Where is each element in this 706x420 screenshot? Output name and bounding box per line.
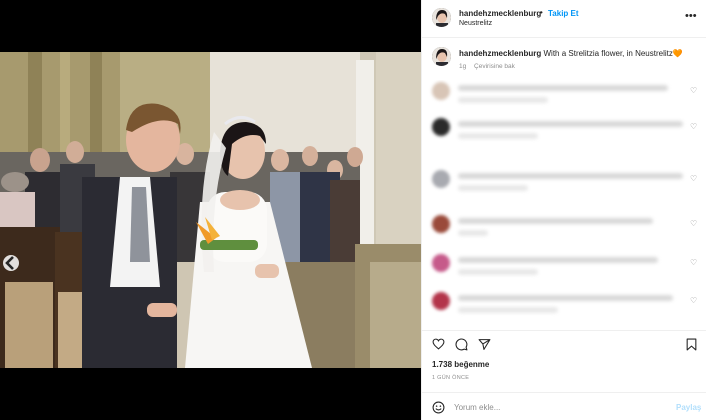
caption-author-avatar[interactable] — [432, 47, 451, 66]
emoji-icon[interactable] — [432, 401, 445, 414]
comment-like-icon[interactable]: ♡ — [690, 174, 697, 183]
commenter-avatar — [432, 292, 450, 310]
post-side-panel: handehzmecklenburg • Takip Et Neustrelit… — [421, 0, 706, 420]
caption-age: 1g — [459, 63, 467, 70]
heart-icon[interactable] — [432, 338, 445, 350]
post-comment-button[interactable]: Paylaş — [676, 403, 701, 412]
post-caption: handehzmecklenburg With a Strelitzia flo… — [422, 42, 706, 78]
more-options-icon[interactable]: ••• — [685, 10, 697, 22]
commenter-avatar — [432, 82, 450, 100]
comment-like-icon[interactable]: ♡ — [690, 122, 697, 131]
comment-input[interactable] — [454, 401, 674, 414]
comment-like-icon[interactable]: ♡ — [690, 86, 697, 95]
comment-item: ♡ — [422, 215, 706, 245]
comment-item: ♡ — [422, 254, 706, 284]
comment-item: ♡ — [422, 292, 706, 322]
comment-item: ♡ — [422, 118, 706, 148]
translate-link[interactable]: Çevirisine bak — [474, 63, 515, 70]
post-media — [0, 0, 421, 420]
wedding-photo[interactable] — [0, 52, 421, 368]
previous-image-button[interactable] — [3, 255, 19, 271]
post-timestamp: 1 GÜN ÖNCE — [432, 375, 470, 381]
comment-like-icon[interactable]: ♡ — [690, 258, 697, 267]
comment-like-icon[interactable]: ♡ — [690, 296, 697, 305]
comment-icon[interactable] — [455, 338, 468, 351]
separator-dot: • — [540, 8, 543, 17]
follow-button[interactable]: Takip Et — [548, 9, 579, 18]
author-username[interactable]: handehzmecklenburg — [459, 9, 541, 18]
comment-like-icon[interactable]: ♡ — [690, 219, 697, 228]
commenter-avatar — [432, 215, 450, 233]
commenter-avatar — [432, 170, 450, 188]
caption-body: With a Strelitzia flower, in Neustrelitz — [543, 49, 673, 58]
comment-item: ♡ — [422, 82, 706, 112]
chevron-left-icon — [5, 256, 14, 270]
instagram-post-modal: handehzmecklenburg • Takip Et Neustrelit… — [0, 0, 706, 420]
caption-username[interactable]: handehzmecklenburg — [459, 49, 541, 58]
caption-text: handehzmecklenburg With a Strelitzia flo… — [459, 49, 699, 59]
caption-meta: 1g Çevirisine bak — [459, 63, 521, 70]
likes-count[interactable]: 1.738 beğenme — [432, 360, 489, 369]
comment-item: ♡ — [422, 170, 706, 200]
comment-composer: Paylaş — [422, 392, 706, 420]
commenter-avatar — [432, 254, 450, 272]
share-icon[interactable] — [478, 338, 491, 351]
post-actions — [422, 330, 706, 358]
comments-list[interactable]: ♡ ♡ ♡ ♡ ♡ ♡ — [422, 80, 706, 325]
location-link[interactable]: Neustrelitz — [459, 20, 492, 27]
orange-heart-emoji: 🧡 — [672, 49, 683, 58]
post-header: handehzmecklenburg • Takip Et Neustrelit… — [422, 0, 706, 38]
author-avatar[interactable] — [432, 8, 451, 27]
commenter-avatar — [432, 118, 450, 136]
bookmark-icon[interactable] — [686, 338, 697, 351]
